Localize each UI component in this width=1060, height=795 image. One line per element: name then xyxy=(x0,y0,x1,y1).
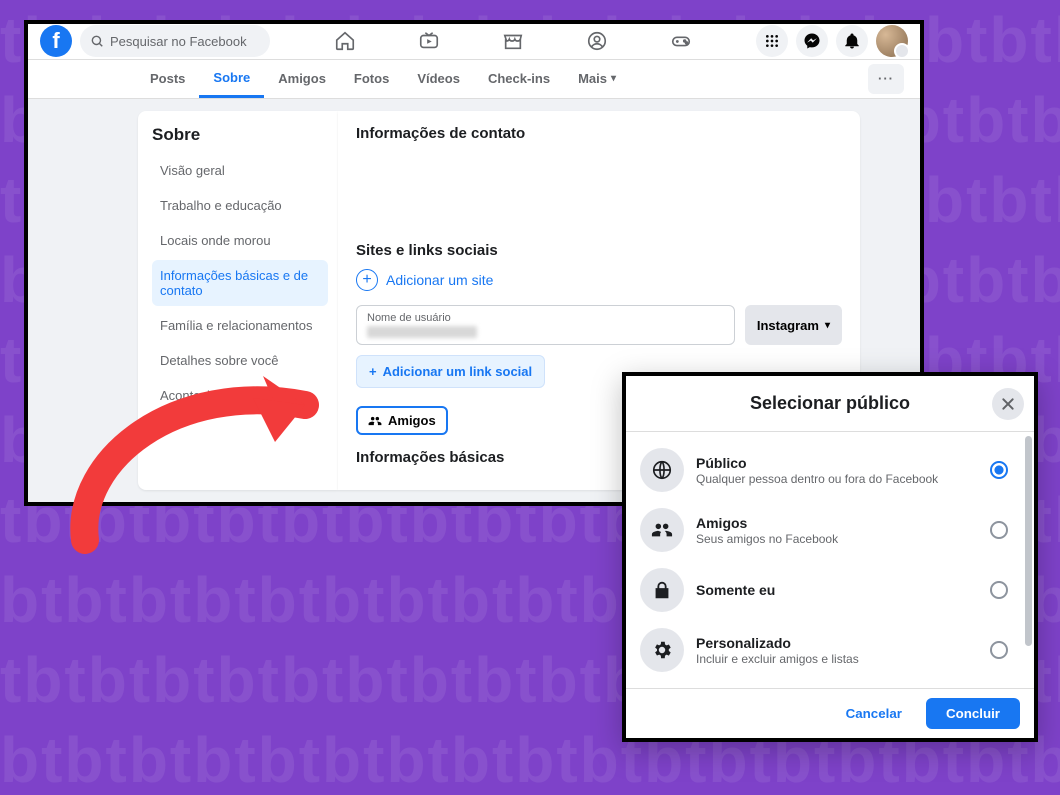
overflow-button[interactable]: ··· xyxy=(868,64,904,94)
tab-sobre[interactable]: Sobre xyxy=(199,60,264,98)
menu-button[interactable] xyxy=(756,25,788,57)
lock-icon xyxy=(640,568,684,612)
radio[interactable] xyxy=(990,641,1008,659)
globe-icon xyxy=(640,448,684,492)
audience-modal: Selecionar público Público Qualquer pess… xyxy=(622,372,1038,742)
platform-select[interactable]: Instagram ▾ xyxy=(745,305,842,345)
modal-options: Público Qualquer pessoa dentro ou fora d… xyxy=(626,432,1022,688)
option-public[interactable]: Público Qualquer pessoa dentro ou fora d… xyxy=(640,440,1008,500)
username-field[interactable]: Nome de usuário xyxy=(356,305,735,345)
username-label: Nome de usuário xyxy=(367,312,724,324)
add-social-link-button[interactable]: + Adicionar um link social xyxy=(356,355,545,388)
search-input[interactable]: Pesquisar no Facebook xyxy=(80,25,270,57)
avatar[interactable] xyxy=(876,25,908,57)
profile-tabs: Posts Sobre Amigos Fotos Vídeos Check-in… xyxy=(28,60,920,99)
modal-footer: Cancelar Concluir xyxy=(626,688,1034,738)
radio[interactable] xyxy=(990,521,1008,539)
sidebar-item-overview[interactable]: Visão geral xyxy=(152,155,328,186)
sidebar-item-contact-basic[interactable]: Informações básicas e de contato xyxy=(152,260,328,306)
marketplace-icon[interactable] xyxy=(496,24,530,58)
gear-icon xyxy=(640,628,684,672)
contact-section-title: Informações de contato xyxy=(356,125,842,142)
tab-fotos[interactable]: Fotos xyxy=(340,60,403,98)
watch-icon[interactable] xyxy=(412,24,446,58)
add-site-button[interactable]: + Adicionar um site xyxy=(356,269,842,291)
option-friends[interactable]: Amigos Seus amigos no Facebook xyxy=(640,500,1008,560)
gaming-icon[interactable] xyxy=(664,24,698,58)
sidebar-item-places[interactable]: Locais onde morou xyxy=(152,225,328,256)
facebook-logo[interactable]: f xyxy=(40,25,72,57)
messenger-button[interactable] xyxy=(796,25,828,57)
option-custom[interactable]: Personalizado Incluir e excluir amigos e… xyxy=(640,620,1008,680)
sidebar-title: Sobre xyxy=(152,125,328,145)
about-sidebar: Sobre Visão geral Trabalho e educação Lo… xyxy=(138,111,338,490)
plus-circle-icon: + xyxy=(356,269,378,291)
sidebar-item-family[interactable]: Família e relacionamentos xyxy=(152,310,328,341)
right-icons xyxy=(756,25,908,57)
option-only-me[interactable]: Somente eu xyxy=(640,560,1008,620)
sidebar-item-events[interactable]: Acontecimentos xyxy=(152,380,328,411)
chevron-down-icon: ▾ xyxy=(611,73,616,84)
groups-icon[interactable] xyxy=(580,24,614,58)
chevron-down-icon: ▾ xyxy=(825,320,830,331)
modal-title: Selecionar público xyxy=(750,393,910,414)
tab-amigos[interactable]: Amigos xyxy=(264,60,340,98)
radio[interactable] xyxy=(990,581,1008,599)
friends-icon xyxy=(368,414,382,428)
modal-header: Selecionar público xyxy=(626,376,1034,432)
search-placeholder: Pesquisar no Facebook xyxy=(110,34,247,49)
scrollbar[interactable] xyxy=(1022,432,1034,688)
close-button[interactable] xyxy=(992,388,1024,420)
social-section-title: Sites e links sociais xyxy=(356,242,842,259)
audience-button[interactable]: Amigos xyxy=(356,406,448,435)
search-icon xyxy=(90,34,104,48)
topbar: f Pesquisar no Facebook xyxy=(28,24,920,60)
tab-mais[interactable]: Mais▾ xyxy=(564,60,630,98)
done-button[interactable]: Concluir xyxy=(926,698,1020,729)
tab-videos[interactable]: Vídeos xyxy=(403,60,474,98)
close-icon xyxy=(1000,396,1016,412)
notifications-button[interactable] xyxy=(836,25,868,57)
cancel-button[interactable]: Cancelar xyxy=(832,699,916,728)
sidebar-item-work[interactable]: Trabalho e educação xyxy=(152,190,328,221)
option-close-friends[interactable]: Amigos próximos Sua lista personalizada xyxy=(640,680,1008,688)
friends-icon xyxy=(640,508,684,552)
radio-selected[interactable] xyxy=(990,461,1008,479)
sidebar-item-details[interactable]: Detalhes sobre você xyxy=(152,345,328,376)
username-value-blurred xyxy=(367,326,477,338)
plus-icon: + xyxy=(369,364,377,379)
center-nav xyxy=(278,24,748,58)
tab-checkins[interactable]: Check-ins xyxy=(474,60,564,98)
home-icon[interactable] xyxy=(328,24,362,58)
tab-posts[interactable]: Posts xyxy=(136,60,199,98)
